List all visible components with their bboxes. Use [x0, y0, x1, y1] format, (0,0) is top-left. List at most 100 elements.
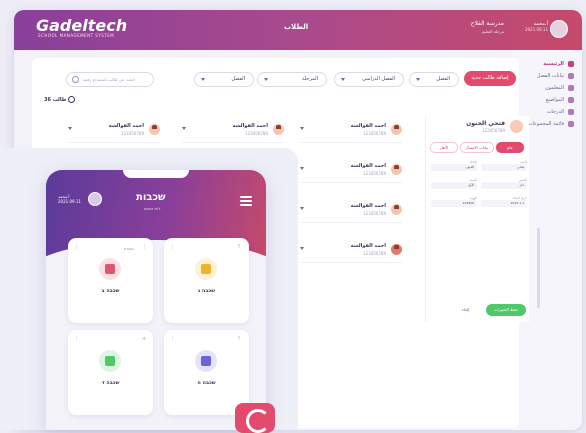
card-label: שכבה ד: [101, 380, 120, 386]
card-menu-icon[interactable]: ⋮: [74, 336, 79, 342]
student-count: 36 طالب: [44, 96, 76, 103]
list-item[interactable]: احمد الفوالشة 123456789: [300, 122, 402, 143]
term-select-value: الفصل: [436, 76, 450, 82]
mobile-page-title: שכבות: [136, 192, 166, 203]
last-name-field[interactable]: العائلة الحنون: [431, 160, 477, 173]
student-name: احمد الفوالشة: [232, 123, 268, 129]
mobile-user[interactable]: أ.محمد 2021.09.11: [58, 192, 102, 206]
search-input[interactable]: ابحث عن طالب باسمه او رقمه: [66, 72, 154, 87]
chevron-down-icon[interactable]: [300, 247, 304, 250]
teacher-icon: [568, 85, 574, 91]
grade-field[interactable]: الصف الأول: [431, 178, 477, 191]
grades-icon: [568, 109, 574, 115]
grade-level-card[interactable]: ⋮ ⋮ 2 כיתות שכבה ב: [68, 238, 153, 323]
list-item[interactable]: احمد الفوالشة 123456789: [300, 242, 402, 263]
scrollbar[interactable]: [537, 228, 540, 308]
grade-level-card[interactable]: ⋮ ! שכבה ה: [164, 330, 249, 415]
top-bar: Gadeltech SCHOOL MANAGEMENT SYSTEM الطلا…: [14, 10, 582, 50]
card-label: שכבה ב: [101, 288, 120, 294]
card-menu-icon[interactable]: ⋮: [170, 336, 175, 342]
mobile-page-subtitle: לוח זמנים: [144, 206, 161, 211]
student-name: احمد الفوالشة: [350, 163, 386, 169]
tab-family[interactable]: الأهل: [430, 142, 458, 153]
mobile-app-preview: שכבות לוח זמנים أ.محمد 2021.09.11 ⋮ ! שכ…: [46, 170, 266, 430]
hamburger-menu-icon[interactable]: [240, 196, 252, 208]
card-more-icon[interactable]: ⋮: [142, 244, 147, 250]
field-value[interactable]: الحنون: [431, 164, 477, 171]
school-subtitle: مرحلة التعليم: [481, 29, 504, 34]
class-select-value: الفصل: [231, 76, 245, 82]
user-info: أ.محمد 2021.09.11: [525, 21, 548, 32]
card-menu-icon[interactable]: ⋮: [170, 244, 175, 250]
chevron-down-icon[interactable]: [300, 207, 304, 210]
cancel-button[interactable]: إلغاء: [462, 304, 469, 316]
sidebar-item-label: الدرجات: [546, 109, 564, 115]
field-value[interactable]: فتحي: [481, 164, 527, 171]
tab-general[interactable]: عام: [496, 142, 524, 153]
toolbar: ابحث عن طالب باسمه او رقمه الفصل المرحلة…: [44, 70, 516, 87]
grade-level-card[interactable]: ⋮ + שכבה ד: [68, 330, 153, 415]
gender-field[interactable]: الجنس ذكر: [481, 178, 527, 191]
card-add-icon[interactable]: +: [142, 336, 146, 342]
user-menu[interactable]: أ.محمد 2021.09.11: [516, 20, 568, 42]
student-id: 123456789: [363, 211, 386, 216]
grade-level-card[interactable]: ⋮ ! שכבה ג: [164, 238, 249, 323]
sidebar-item-label: بيانات الفصل: [536, 73, 564, 79]
home-icon: [568, 61, 574, 67]
list-item[interactable]: احمد الفوالشة 123456789: [300, 202, 402, 223]
card-label: שכבה ג: [197, 288, 216, 294]
chevron-down-icon[interactable]: [300, 167, 304, 170]
chevron-down-icon[interactable]: [300, 127, 304, 130]
card-menu-icon[interactable]: ⋮: [74, 244, 79, 250]
student-name: احمد الفوالشة: [350, 243, 386, 249]
page-title: الطلاب: [284, 23, 309, 31]
sidebar-item-label: قائمة المجموعات: [527, 121, 564, 127]
list-item[interactable]: احمد الفوالشة 123456789: [182, 122, 284, 143]
sidebar-item-home[interactable]: الرئيسية: [512, 58, 582, 70]
save-button[interactable]: حفظ التغييرات: [486, 304, 526, 316]
user-date: 2021.09.11: [525, 27, 548, 32]
field-value[interactable]: 123456: [431, 200, 477, 207]
list-item[interactable]: احمد الفوالشة 123456789: [68, 122, 160, 143]
layers-icon: [195, 350, 217, 372]
avatar[interactable]: [550, 20, 568, 38]
term-select[interactable]: الفصل: [409, 72, 459, 87]
sidebar-item-teachers[interactable]: المعلمون: [512, 82, 582, 94]
tab-contact[interactable]: بيانات الاتصال: [460, 142, 494, 153]
student-id: 123456789: [121, 131, 144, 136]
chevron-down-icon[interactable]: [182, 127, 186, 130]
layers-icon: [99, 350, 121, 372]
field-value[interactable]: ذكر: [481, 182, 527, 189]
birthdate-field[interactable]: تاريخ الميلاد 2010.1.1: [481, 196, 527, 209]
book-icon: [568, 97, 574, 103]
sidebar-item-label: المعلمون: [544, 85, 564, 91]
chevron-down-icon: [201, 78, 205, 81]
sidebar-item-class-data[interactable]: بيانات الفصل: [512, 70, 582, 82]
list-item[interactable]: احمد الفوالشة 123456789: [300, 162, 402, 183]
add-student-button[interactable]: إضافة طالب جديد: [464, 71, 516, 86]
phone-notch: [123, 170, 189, 178]
student-id: 123456789: [363, 251, 386, 256]
avatar: [510, 120, 523, 133]
stage-select[interactable]: المرحلة: [257, 72, 327, 87]
search-placeholder: ابحث عن طالب باسمه او رقمه: [83, 77, 135, 82]
detail-student-id: 123456789: [482, 128, 505, 133]
semester-select[interactable]: الفصل الدراسي: [334, 72, 404, 87]
class-select[interactable]: الفصل: [194, 72, 254, 87]
student-name: احمد الفوالشة: [350, 203, 386, 209]
chevron-down-icon: [341, 78, 345, 81]
chevron-down-icon[interactable]: [68, 127, 72, 130]
sidebar-item-subjects[interactable]: المواضيع: [512, 94, 582, 106]
id-number-field[interactable]: الهوية 123456: [431, 196, 477, 209]
avatar: [273, 124, 284, 135]
first-name-field[interactable]: الاسم فتحي: [481, 160, 527, 173]
sidebar-item-label: المواضيع: [545, 97, 564, 103]
card-badge-icon: !: [238, 336, 241, 342]
chevron-down-icon: [416, 78, 420, 81]
info-icon: [68, 96, 76, 103]
avatar: [391, 164, 402, 175]
field-value[interactable]: 2010.1.1: [481, 200, 527, 207]
card-note: 2 כיתות: [124, 247, 134, 251]
field-value[interactable]: الأول: [431, 182, 477, 189]
school-info: مدرسة الفلاح مرحلة التعليم: [471, 20, 504, 34]
